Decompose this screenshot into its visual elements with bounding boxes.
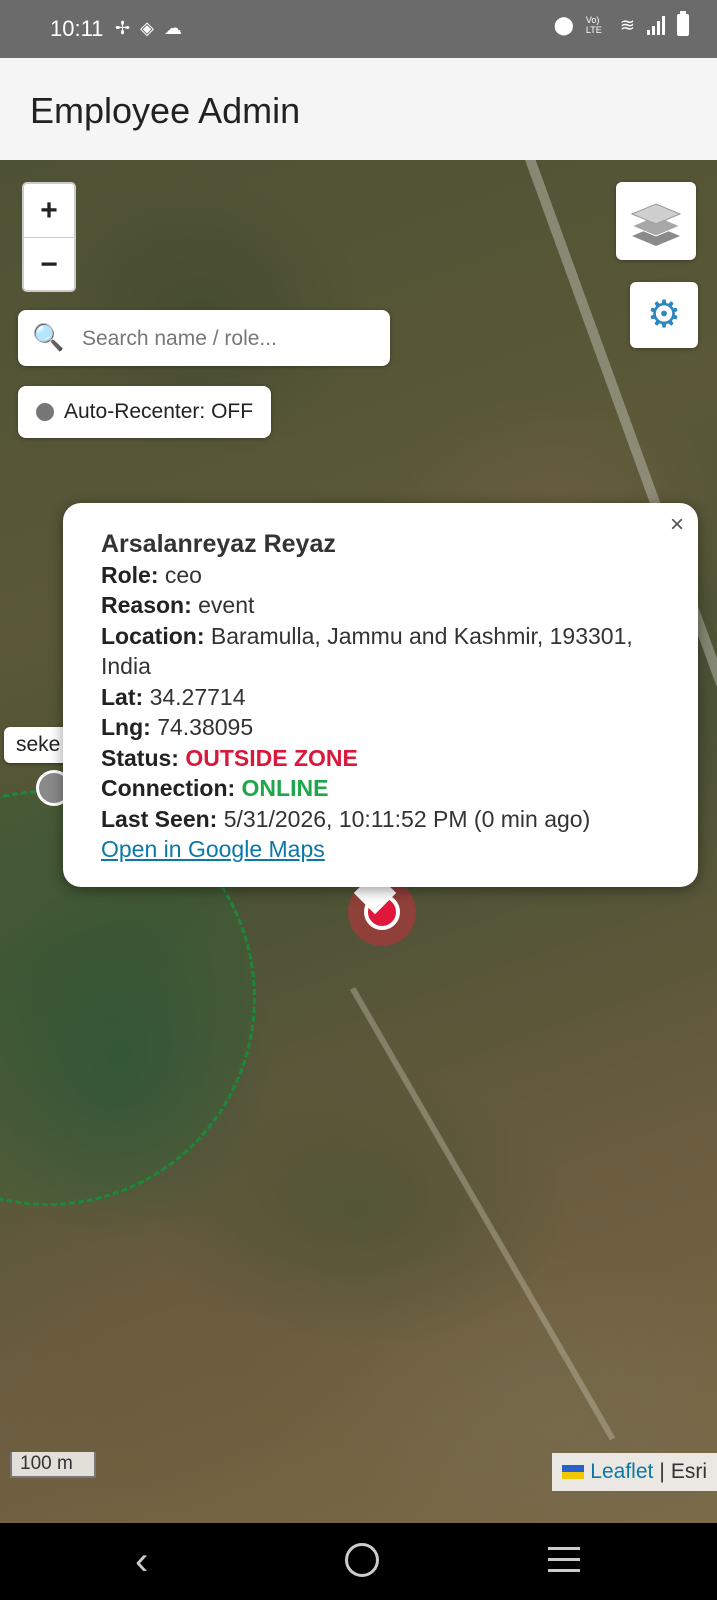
connection-label: Connection: [101,775,236,801]
location-pin-icon: ⬤ [553,14,574,35]
connection-row: Connection: ONLINE [101,773,668,804]
signal-icon [647,15,665,35]
home-icon[interactable] [345,1543,379,1577]
zoom-in-button[interactable]: + [24,184,74,237]
status-badge: OUTSIDE ZONE [185,744,358,771]
cloud-icon: ☁ [163,18,192,38]
employee-name: Arsalanreyaz Reyaz [101,530,336,558]
map-attribution: Leaflet | Esri [552,1453,717,1491]
notification-icons: ✢◈☁ [115,18,192,39]
connection-badge: ONLINE [241,775,329,801]
role-row: Role: ceo [101,560,668,591]
page-title: Employee Admin [30,90,301,131]
status-label: Status: [101,744,179,771]
employee-popup: × Arsalanreyaz Reyaz Role: ceo Reason: e… [63,503,698,887]
ukraine-flag-icon [562,1465,585,1479]
last-seen-row: Last Seen: 5/31/2026, 10:11:52 PM (0 min… [101,804,668,835]
leaflet-link[interactable]: Leaflet [590,1453,653,1491]
status-bar: 10:11 ✢◈☁ ⬤ Vo) LTE ≋ [0,0,717,58]
lng-label: Lng: [101,714,151,740]
esri-attribution: Esri [670,1460,707,1483]
location-target-icon: ◈ [140,18,164,38]
lat-value: 34.27714 [149,683,246,710]
reason-row: Reason: event [101,590,668,621]
search-box: 🔍 [18,310,390,366]
volte-icon: Vo) LTE [585,15,602,35]
lng-row: Lng: 74.38095 [101,712,668,743]
android-nav-bar: ‹ [0,1523,717,1600]
popup-content: Arsalanreyaz Reyaz Role: ceo Reason: eve… [101,529,668,865]
map-view[interactable]: + − ⚙ 🔍 Auto-Recenter: OFF seke × Arsala… [0,160,717,1523]
fan-icon: ✢ [115,18,141,38]
zoom-control: + − [22,182,76,292]
wifi-icon: ≋ [619,14,635,35]
auto-recenter-toggle[interactable]: Auto-Recenter: OFF [18,386,272,438]
reason-label: Reason: [101,592,192,618]
road [350,987,616,1441]
lat-row: Lat: 34.27714 [101,682,668,713]
location-label: Location: [101,622,205,649]
layers-button[interactable] [616,182,696,260]
attribution-separator: | [659,1460,665,1483]
google-maps-link[interactable]: Open in Google Maps [101,836,325,862]
status-dot-icon [36,403,54,421]
status-row: Status: OUTSIDE ZONE [101,743,668,774]
reason-value: event [198,592,255,618]
map-scale: 100 m [10,1452,96,1478]
role-label: Role: [101,561,159,588]
close-icon[interactable]: × [670,511,684,539]
system-icons: ⬤ Vo) LTE ≋ [553,11,689,36]
zoom-out-button[interactable]: − [24,237,74,291]
settings-button[interactable]: ⚙ [630,282,698,348]
lat-label: Lat: [101,683,144,710]
layers-icon [630,203,682,246]
location-row: Location: Baramulla, Jammu and Kashmir, … [101,621,668,682]
battery-icon [677,11,689,36]
back-icon[interactable]: ‹ [135,1539,148,1584]
app-bar: Employee Admin [0,58,717,160]
search-icon: 🔍 [32,322,65,352]
last-seen-label: Last Seen: [101,805,218,832]
role-value: ceo [164,561,202,588]
lng-value: 74.38095 [157,714,254,740]
menu-icon[interactable] [548,1547,580,1580]
last-seen-value: 5/31/2026, 10:11:52 PM (0 min ago) [223,805,591,832]
search-input[interactable] [80,322,380,356]
status-time: 10:11 [50,16,104,41]
auto-recenter-label: Auto-Recenter: OFF [64,400,254,423]
gear-icon: ⚙ [646,294,682,336]
